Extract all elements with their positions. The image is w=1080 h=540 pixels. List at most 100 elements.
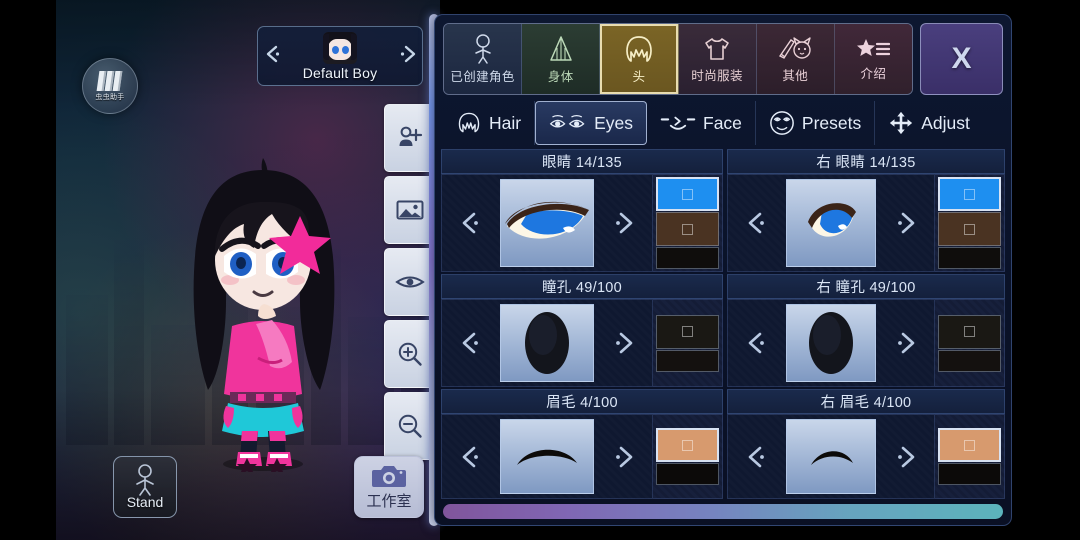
assistant-floating-button[interactable]: 虫虫助手 <box>82 58 138 114</box>
subtab-face[interactable]: Face <box>647 101 756 145</box>
item-preview[interactable] <box>500 304 594 382</box>
category-tab-bar: 已创建角色 身体 头 时尚服装 其他 介绍 <box>443 23 913 95</box>
item-picker <box>441 299 653 387</box>
item-prev-button[interactable] <box>728 300 784 386</box>
item-prev-button[interactable] <box>442 415 498 498</box>
item-preview[interactable] <box>500 419 594 494</box>
subtab-label: Adjust <box>921 112 970 133</box>
sword-cat-icon <box>779 36 811 59</box>
character-prev-button[interactable] <box>258 44 286 68</box>
eye-icon <box>395 276 425 288</box>
tab-label: 身体 <box>547 69 574 84</box>
tab-label: 已创建角色 <box>450 69 515 84</box>
character-name: Default Boy <box>302 64 378 81</box>
item-title: 瞳孔 49/100 <box>441 274 723 299</box>
item-color-swatches <box>935 414 1005 499</box>
pose-label: Stand <box>126 494 164 510</box>
head-hair-icon <box>626 35 652 62</box>
color-swatch[interactable] <box>656 349 719 372</box>
standing-person-icon <box>136 464 154 496</box>
color-swatch[interactable] <box>938 247 1001 269</box>
color-swatch[interactable] <box>656 428 719 462</box>
color-swatch[interactable] <box>938 349 1001 372</box>
eyebrow-arc-icon <box>517 449 577 465</box>
subtab-label: Face <box>703 112 742 133</box>
item-next-button[interactable] <box>596 175 652 271</box>
pupil-oval-icon <box>525 312 569 374</box>
tab-label: 介绍 <box>860 66 887 81</box>
zoom-out-icon <box>398 414 422 438</box>
item-picker <box>727 174 935 272</box>
color-swatch[interactable] <box>938 463 1001 485</box>
tab-fashion-clothes[interactable]: 时尚服装 <box>678 24 757 94</box>
color-swatch[interactable] <box>656 177 719 211</box>
character-viewport[interactable]: 虫虫助手 Default Boy Stand 工作室 <box>0 0 440 540</box>
face-icon <box>660 116 696 130</box>
image-icon <box>396 200 424 220</box>
tshirt-icon <box>705 37 729 60</box>
studio-label: 工作室 <box>366 493 412 510</box>
item-next-button[interactable] <box>878 175 934 271</box>
pupil-oval-icon <box>809 312 853 374</box>
character-next-button[interactable] <box>394 44 422 68</box>
color-swatch[interactable] <box>656 247 719 269</box>
item-title: 眉毛 4/100 <box>441 389 723 414</box>
item-cell-eyebrow-right: 右 眉毛 4/100 <box>727 389 1005 499</box>
color-swatch[interactable] <box>656 212 719 246</box>
tab-intro[interactable]: 介绍 <box>834 24 912 94</box>
gacha-character-editor: 虫虫助手 Default Boy Stand 工作室 已创建角色 身体 头 时尚… <box>0 0 1080 540</box>
studio-button[interactable]: 工作室 <box>354 456 424 518</box>
item-preview[interactable] <box>500 179 594 267</box>
item-preview[interactable] <box>786 419 876 494</box>
item-prev-button[interactable] <box>442 175 498 271</box>
tab-created-characters[interactable]: 已创建角色 <box>444 24 523 94</box>
feature-subtab-bar: Hair Eyes Face Presets Adjust <box>443 101 1003 145</box>
color-swatch[interactable] <box>938 212 1001 246</box>
panel-bottom-accent-bar <box>443 504 1003 519</box>
person-add-icon <box>399 126 423 146</box>
customization-panel: 已创建角色 身体 头 时尚服装 其他 介绍 X Hair Eyes Face P… <box>434 14 1012 526</box>
item-next-button[interactable] <box>596 415 652 498</box>
color-swatch[interactable] <box>656 314 719 349</box>
color-swatch[interactable] <box>938 177 1001 211</box>
color-swatch[interactable] <box>938 314 1001 349</box>
pose-button[interactable]: Stand <box>113 456 177 518</box>
color-swatch[interactable] <box>656 463 719 485</box>
item-preview[interactable] <box>786 304 876 382</box>
subtab-label: Presets <box>801 112 862 133</box>
subtab-adjust[interactable]: Adjust <box>875 101 983 145</box>
item-next-button[interactable] <box>596 300 652 386</box>
tab-head[interactable]: 头 <box>600 24 679 94</box>
item-picker <box>727 299 935 387</box>
subtab-hair[interactable]: Hair <box>443 101 536 145</box>
character-selector[interactable]: Default Boy <box>257 26 423 86</box>
zoom-in-icon <box>398 342 422 366</box>
item-next-button[interactable] <box>878 300 934 386</box>
item-color-swatches <box>935 174 1005 272</box>
item-prev-button[interactable] <box>728 175 784 271</box>
character-sprite[interactable] <box>168 152 354 472</box>
subtab-eyes[interactable]: Eyes <box>535 101 647 145</box>
tab-body[interactable]: 身体 <box>522 24 601 94</box>
item-color-swatches <box>653 414 723 499</box>
item-title: 右 瞳孔 49/100 <box>727 274 1005 299</box>
color-swatch[interactable] <box>938 428 1001 462</box>
camera-icon <box>372 466 406 487</box>
eye-shape-blue-icon <box>808 203 856 237</box>
subtab-label: Eyes <box>594 112 633 133</box>
subtab-presets[interactable]: Presets <box>756 101 876 145</box>
item-preview[interactable] <box>786 179 876 267</box>
tab-other[interactable]: 其他 <box>756 24 835 94</box>
item-cell-eyebrow-left: 眉毛 4/100 <box>441 389 723 499</box>
tab-label: 时尚服装 <box>691 68 743 83</box>
character-avatar-and-name: Default Boy <box>286 31 394 81</box>
assistant-label: 虫虫助手 <box>95 93 125 101</box>
item-prev-button[interactable] <box>728 415 784 498</box>
item-prev-button[interactable] <box>442 300 498 386</box>
item-cell-pupil-left: 瞳孔 49/100 <box>441 274 723 387</box>
eyebrow-arc-icon <box>811 450 853 465</box>
item-title: 右 眼睛 14/135 <box>727 149 1005 174</box>
close-panel-button[interactable]: X <box>920 23 1003 95</box>
item-color-swatches <box>653 174 723 272</box>
item-next-button[interactable] <box>878 415 934 498</box>
